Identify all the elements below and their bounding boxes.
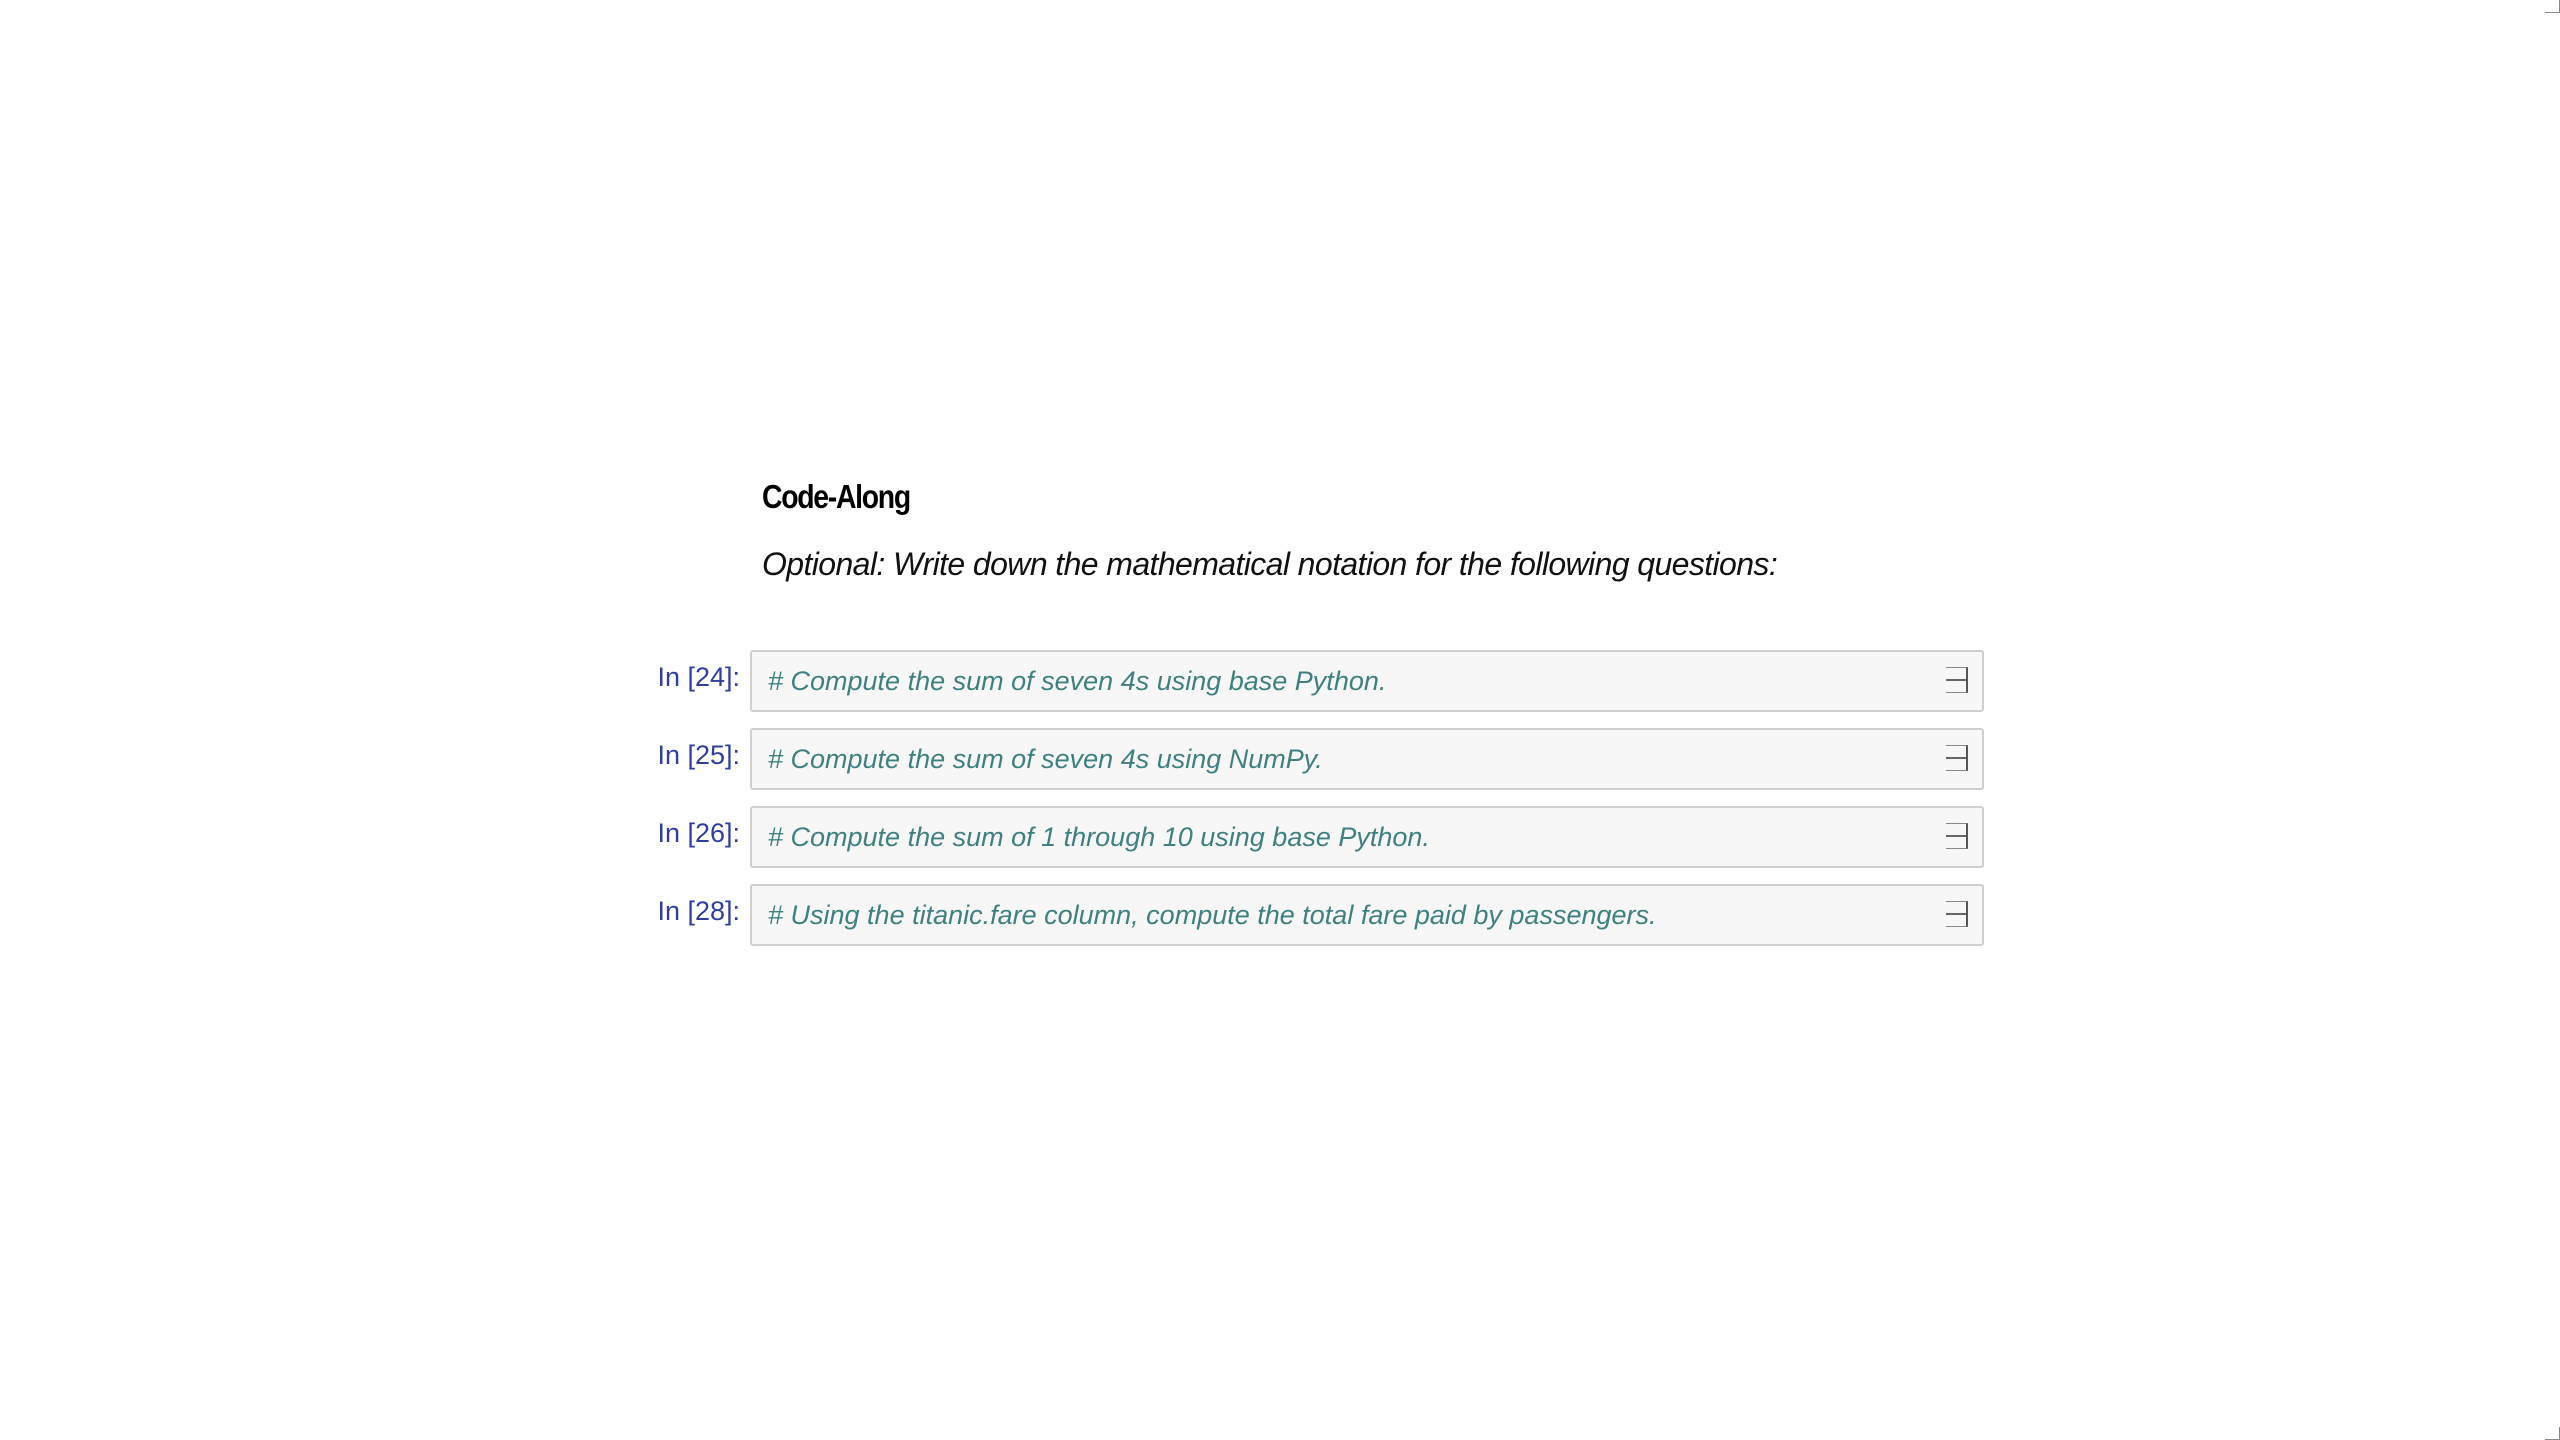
slide: Code-Along Optional: Write down the math… xyxy=(0,0,2560,1440)
input-prompt: In [28]: xyxy=(657,896,740,926)
collapse-icon[interactable] xyxy=(1946,667,1968,693)
code-input-area[interactable]: # Compute the sum of 1 through 10 using … xyxy=(750,806,1984,868)
code-cell[interactable]: In [26]: # Compute the sum of 1 through … xyxy=(0,806,2560,868)
code-cell[interactable]: In [28]: # Using the titanic.fare column… xyxy=(0,884,2560,946)
code-input-area[interactable]: # Compute the sum of seven 4s using NumP… xyxy=(750,728,1984,790)
code-comment[interactable]: # Compute the sum of seven 4s using NumP… xyxy=(768,744,1323,775)
slide-subtitle: Optional: Write down the mathematical no… xyxy=(762,546,1778,582)
resize-corner-icon[interactable] xyxy=(2545,0,2560,13)
input-prompt: In [26]: xyxy=(657,818,740,848)
code-input-area[interactable]: # Compute the sum of seven 4s using base… xyxy=(750,650,1984,712)
input-prompt: In [25]: xyxy=(657,740,740,770)
input-prompt: In [24]: xyxy=(657,662,740,692)
code-input-area[interactable]: # Using the titanic.fare column, compute… xyxy=(750,884,1984,946)
collapse-icon[interactable] xyxy=(1946,901,1968,927)
code-comment[interactable]: # Compute the sum of seven 4s using base… xyxy=(768,666,1386,697)
slide-heading: Code-Along xyxy=(762,478,911,515)
resize-corner-icon[interactable] xyxy=(2545,1427,2560,1440)
code-comment[interactable]: # Compute the sum of 1 through 10 using … xyxy=(768,822,1430,853)
collapse-icon[interactable] xyxy=(1946,823,1968,849)
collapse-icon[interactable] xyxy=(1946,745,1968,771)
code-comment[interactable]: # Using the titanic.fare column, compute… xyxy=(768,900,1657,931)
code-cell[interactable]: In [24]: # Compute the sum of seven 4s u… xyxy=(0,650,2560,712)
code-cell[interactable]: In [25]: # Compute the sum of seven 4s u… xyxy=(0,728,2560,790)
